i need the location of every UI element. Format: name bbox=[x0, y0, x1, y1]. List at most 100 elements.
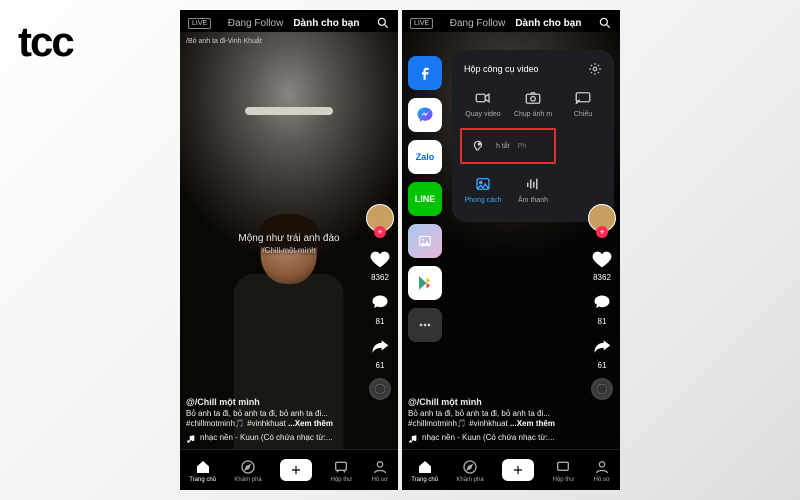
tab-following[interactable]: Đang Follow bbox=[450, 18, 506, 29]
video-tools-panel: Hộp công cụ video Quay video Chụp ảnh m bbox=[452, 50, 614, 222]
home-icon bbox=[416, 458, 434, 476]
video-feed[interactable]: /Bỏ anh ta đi-Vinh Khuất Mộng như trái a… bbox=[180, 32, 398, 450]
tab-following[interactable]: Đang Follow bbox=[228, 18, 284, 29]
like-count: 8362 bbox=[593, 273, 611, 282]
share-line[interactable]: LINE bbox=[408, 182, 442, 216]
share-button[interactable]: 61 bbox=[589, 334, 615, 370]
profile-icon bbox=[593, 458, 611, 476]
author-name[interactable]: @/Chill một mình bbox=[408, 396, 570, 408]
tool-ear-highlighted[interactable]: h tắt Ph bbox=[460, 128, 556, 164]
share-gallery[interactable] bbox=[408, 224, 442, 258]
share-more[interactable] bbox=[408, 308, 442, 342]
share-playstore[interactable] bbox=[408, 266, 442, 300]
author-name[interactable]: @/Chill một mình bbox=[186, 396, 348, 408]
nav-profile-label: Hồ sơ bbox=[372, 477, 388, 483]
music-disc-icon[interactable] bbox=[591, 378, 613, 400]
tool-ear-label-b: Ph bbox=[518, 143, 527, 150]
video-description: Bỏ anh ta đi, bỏ anh ta đi, bỏ anh ta đi… bbox=[186, 409, 348, 420]
ear-icon bbox=[468, 136, 488, 156]
nav-home[interactable]: Trang chủ bbox=[189, 458, 216, 483]
comment-button[interactable]: 81 bbox=[367, 290, 393, 326]
nav-discover[interactable]: Khám phá bbox=[456, 458, 483, 483]
tool-screenshot-label: Chụp ảnh m bbox=[514, 111, 552, 118]
tool-record[interactable]: Quay video bbox=[460, 84, 506, 122]
follow-plus-icon[interactable]: + bbox=[374, 226, 386, 238]
music-row[interactable]: nhạc nền - Kuun (Có chứa nhạc từ:... bbox=[186, 433, 348, 444]
follow-plus-icon[interactable]: + bbox=[596, 226, 608, 238]
music-row[interactable]: nhạc nền - Kuun (Có chứa nhạc từ:... bbox=[408, 433, 570, 444]
inbox-icon bbox=[332, 458, 350, 476]
tool-style[interactable]: Phong cách bbox=[460, 170, 506, 208]
tool-audio-label: Âm thanh bbox=[518, 197, 548, 204]
tool-style-label: Phong cách bbox=[465, 197, 502, 204]
camera-icon bbox=[523, 88, 543, 108]
search-icon[interactable] bbox=[376, 16, 390, 30]
share-zalo[interactable]: Zalo bbox=[408, 140, 442, 174]
video-tags[interactable]: #chillmotminh🎵 #vinhkhuat bbox=[186, 419, 286, 428]
author-avatar[interactable]: + bbox=[588, 204, 616, 238]
nav-profile-label: Hồ sơ bbox=[594, 477, 610, 483]
phone-comparison: LIVE Đang Follow Dành cho bạn /Bỏ anh ta… bbox=[180, 10, 620, 490]
action-rail: + 8362 81 61 bbox=[366, 204, 394, 400]
phone-right: LIVE Đang Follow Dành cho bạn Zalo LINE bbox=[402, 10, 620, 490]
comment-count: 81 bbox=[598, 317, 607, 326]
nav-discover[interactable]: Khám phá bbox=[234, 458, 261, 483]
like-button[interactable]: 8362 bbox=[367, 246, 393, 282]
see-more-link[interactable]: ...Xem thêm bbox=[510, 419, 555, 428]
nav-profile[interactable]: Hồ sơ bbox=[593, 458, 611, 483]
live-badge[interactable]: LIVE bbox=[410, 18, 433, 29]
like-button[interactable]: 8362 bbox=[589, 246, 615, 282]
settings-icon[interactable] bbox=[588, 62, 602, 76]
share-count: 61 bbox=[376, 361, 385, 370]
nav-inbox-label: Hộp thư bbox=[331, 477, 353, 483]
car-light bbox=[245, 107, 332, 115]
tool-screenshot[interactable]: Chụp ảnh m bbox=[510, 84, 556, 122]
action-rail: + 8362 81 61 bbox=[588, 204, 616, 400]
nav-inbox-label: Hộp thư bbox=[553, 477, 575, 483]
tab-foryou[interactable]: Dành cho bạn bbox=[293, 18, 359, 29]
plus-icon bbox=[280, 459, 312, 481]
tool-record-label: Quay video bbox=[465, 111, 500, 118]
nav-profile[interactable]: Hồ sơ bbox=[371, 458, 389, 483]
nav-inbox[interactable]: Hộp thư bbox=[331, 458, 353, 483]
live-badge[interactable]: LIVE bbox=[188, 18, 211, 29]
video-meta: @/Chill một mình Bỏ anh ta đi, bỏ anh ta… bbox=[408, 396, 570, 444]
search-icon[interactable] bbox=[598, 16, 612, 30]
record-icon bbox=[473, 88, 493, 108]
nav-home-label: Trang chủ bbox=[411, 477, 438, 483]
nav-inbox[interactable]: Hộp thư bbox=[553, 458, 575, 483]
music-title: nhạc nền - Kuun (Có chứa nhạc từ:... bbox=[200, 433, 333, 444]
feed-tabs: Đang Follow Dành cho bạn bbox=[450, 18, 582, 29]
nav-discover-label: Khám phá bbox=[234, 477, 261, 483]
comment-button[interactable]: 81 bbox=[589, 290, 615, 326]
image-icon bbox=[473, 174, 493, 194]
video-tags[interactable]: #chillmotminh🎵 #vinhkhuat bbox=[408, 419, 508, 428]
plus-icon bbox=[502, 459, 534, 481]
share-messenger[interactable] bbox=[408, 98, 442, 132]
tab-foryou[interactable]: Dành cho bạn bbox=[515, 18, 581, 29]
video-description: Bỏ anh ta đi, bỏ anh ta đi, bỏ anh ta đi… bbox=[408, 409, 570, 420]
compass-icon bbox=[239, 458, 257, 476]
compass-icon bbox=[461, 458, 479, 476]
nav-home[interactable]: Trang chủ bbox=[411, 458, 438, 483]
phone-left: LIVE Đang Follow Dành cho bạn /Bỏ anh ta… bbox=[180, 10, 398, 490]
share-facebook[interactable] bbox=[408, 56, 442, 90]
music-disc-icon[interactable] bbox=[369, 378, 391, 400]
feed-tabs: Đang Follow Dành cho bạn bbox=[228, 18, 360, 29]
share-count: 61 bbox=[598, 361, 607, 370]
tools-title: Hộp công cụ video bbox=[464, 64, 539, 74]
home-icon bbox=[194, 458, 212, 476]
inbox-icon bbox=[554, 458, 572, 476]
tool-audio[interactable]: Âm thanh bbox=[510, 170, 556, 208]
author-avatar[interactable]: + bbox=[366, 204, 394, 238]
tool-cast-label: Chiếu bbox=[574, 111, 592, 118]
video-feed[interactable]: Zalo LINE Hộp công cụ video Quay video bbox=[402, 32, 620, 450]
bottom-nav: Trang chủ Khám phá Hộp thư Hồ sơ bbox=[402, 449, 620, 490]
top-song-label: /Bỏ anh ta đi-Vinh Khuất bbox=[186, 38, 262, 45]
nav-create[interactable] bbox=[502, 459, 534, 481]
share-button[interactable]: 61 bbox=[367, 334, 393, 370]
video-meta: @/Chill một mình Bỏ anh ta đi, bỏ anh ta… bbox=[186, 396, 348, 444]
nav-create[interactable] bbox=[280, 459, 312, 481]
tool-cast[interactable]: Chiếu bbox=[560, 84, 606, 122]
see-more-link[interactable]: ...Xem thêm bbox=[288, 419, 333, 428]
